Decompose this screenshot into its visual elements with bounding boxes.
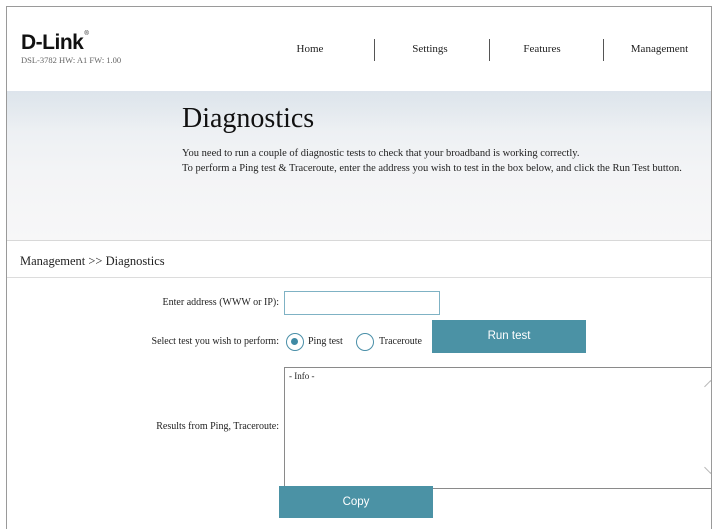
description-line-1: You need to run a couple of diagnostic t… (182, 148, 580, 159)
ping-test-radio[interactable] (286, 333, 304, 351)
scroll-down-icon[interactable] (704, 461, 711, 474)
nav-separator (603, 39, 604, 61)
banner-divider (7, 240, 711, 241)
nav-separator (374, 39, 375, 61)
nav-settings[interactable]: Settings (400, 43, 460, 55)
nav-separator (489, 39, 490, 61)
traceroute-radio[interactable] (356, 333, 374, 351)
results-label: Results from Ping, Traceroute: (156, 421, 279, 432)
address-input[interactable] (284, 291, 440, 315)
registered-mark: ® (84, 31, 89, 37)
nav-management[interactable]: Management (622, 43, 697, 55)
page-title: Diagnostics (182, 103, 315, 134)
traceroute-label[interactable]: Traceroute (379, 336, 422, 347)
results-text: - Info - (289, 371, 315, 381)
address-label: Enter address (WWW or IP): (162, 297, 279, 308)
nav-features[interactable]: Features (512, 43, 572, 55)
description-line-2: To perform a Ping test & Traceroute, ent… (182, 162, 682, 174)
run-test-button[interactable]: Run test (432, 320, 586, 353)
breadcrumb: Management >> Diagnostics (20, 254, 165, 268)
nav-home[interactable]: Home (285, 43, 335, 55)
router-admin-page: D-Link® DSL-3782 HW: A1 FW: 1.00 Home Se… (6, 6, 712, 529)
banner-gradient (7, 91, 711, 131)
top-nav: Home Settings Features Management (7, 39, 711, 65)
scroll-up-icon[interactable] (704, 380, 711, 393)
breadcrumb-divider (7, 277, 711, 278)
ping-test-label[interactable]: Ping test (308, 336, 343, 347)
page-description: You need to run a couple of diagnostic t… (182, 147, 702, 176)
copy-button[interactable]: Copy (279, 486, 433, 518)
test-select-label: Select test you wish to perform: (151, 336, 279, 347)
results-textarea[interactable]: - Info - (284, 367, 711, 489)
